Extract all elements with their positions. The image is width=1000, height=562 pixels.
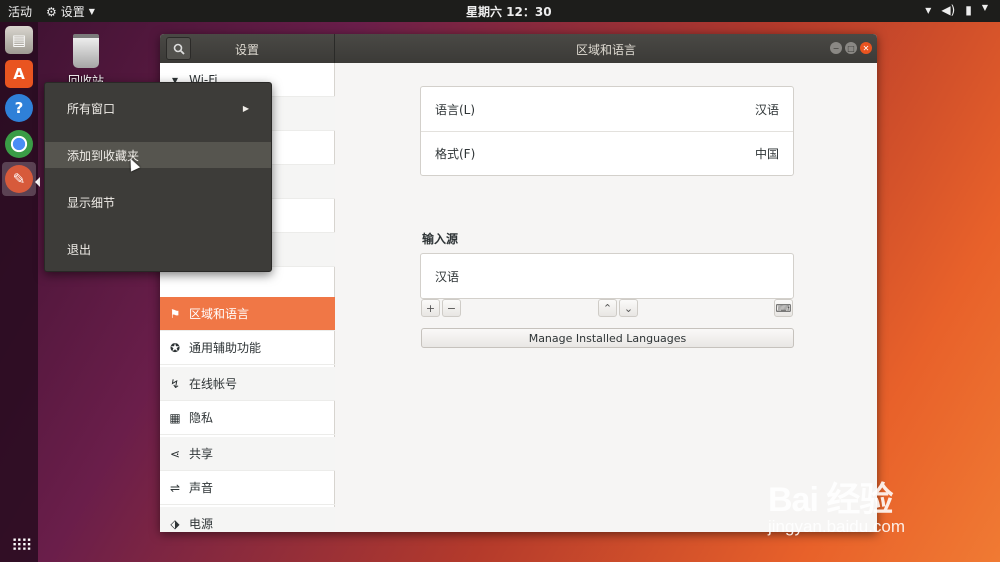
flag-icon: ⚑: [169, 306, 181, 321]
sidebar-item-sound[interactable]: ⇌ 声音: [160, 471, 335, 505]
sidebar-item-label: 在线帐号: [189, 377, 238, 391]
menu-item-all-windows[interactable]: 所有窗口 ▶: [45, 95, 271, 121]
chevron-down-icon: ⌄: [623, 301, 634, 315]
watermark-main: Bai 经验: [768, 481, 893, 519]
menu-item-quit[interactable]: 退出: [45, 236, 271, 262]
formats-label: 格式(F): [435, 147, 476, 161]
language-value: 汉语: [754, 102, 779, 117]
gear-icon: ⚙: [46, 4, 57, 19]
keyboard-icon: ⌨: [775, 301, 792, 315]
activities-button[interactable]: 活动: [8, 3, 32, 20]
language-formats-box: 语言(L) 汉语 格式(F) 中国: [420, 86, 794, 176]
trash-icon: [73, 34, 99, 68]
sidebar-item-privacy[interactable]: ▦ 隐私: [160, 401, 335, 435]
move-down-button[interactable]: ⌄: [619, 299, 638, 317]
menu-item-label: 显示细节: [67, 195, 116, 210]
running-indicator: [35, 177, 40, 187]
caret-down-icon: ▼: [88, 7, 95, 16]
sidebar-item-label: 隐私: [189, 411, 214, 425]
chevron-up-icon: ⌃: [602, 301, 613, 315]
software-store-icon[interactable]: A: [5, 60, 33, 88]
battery-icon: ▮: [965, 3, 972, 17]
app-menu-label: 设置: [60, 5, 85, 19]
files-icon[interactable]: ▤: [5, 26, 33, 54]
move-up-button[interactable]: ⌃: [598, 299, 617, 317]
share-icon: ⋖: [169, 446, 181, 461]
search-icon: [173, 43, 185, 55]
network-status-icon: ▾: [925, 3, 932, 17]
maximize-button[interactable]: □: [845, 42, 857, 54]
online-accounts-icon: ↯: [169, 376, 181, 391]
formats-value: 中国: [754, 147, 779, 161]
browser-icon[interactable]: [5, 130, 33, 158]
app-menu-button[interactable]: ⚙ 设置 ▼: [46, 3, 95, 20]
power-icon: ⬗: [170, 516, 180, 531]
minimize-button[interactable]: −: [830, 42, 842, 54]
manage-installed-languages-button[interactable]: Manage Installed Languages: [421, 328, 794, 348]
input-sources-title: 输入源: [422, 232, 459, 246]
dock-context-menu: 所有窗口 ▶ 添加到收藏夹 显示细节 退出: [44, 82, 272, 272]
privacy-icon: ▦: [169, 410, 181, 425]
sidebar-item-sharing[interactable]: ⋖ 共享: [160, 437, 335, 471]
sidebar-title: 设置: [235, 43, 260, 57]
clock[interactable]: 星期六 12：30: [466, 3, 552, 20]
watermark-sub: jingyan.baidu.com: [768, 517, 906, 536]
window-title: 区域和语言: [575, 43, 636, 57]
minus-icon: −: [446, 301, 457, 315]
search-button[interactable]: [166, 37, 191, 60]
settings-app-icon[interactable]: ✎: [5, 165, 33, 193]
sidebar-item-label: 声音: [189, 481, 214, 495]
keyboard-layout-button[interactable]: ⌨: [774, 299, 793, 317]
input-source-item[interactable]: 汉语: [421, 254, 793, 298]
sidebar-item-online-accounts[interactable]: ↯ 在线帐号: [160, 367, 335, 401]
dock: ▤ A ? ✎ ⠿⠿: [0, 22, 40, 562]
sidebar-header: 设置: [160, 34, 335, 63]
sidebar-item-label: 通用辅助功能: [189, 341, 262, 355]
menu-item-label: 退出: [67, 242, 92, 257]
submenu-arrow-icon: ▶: [242, 103, 249, 113]
sidebar-item-label: 共享: [189, 447, 214, 461]
baidu-jingyan-watermark: Bai 经验 jingyan.baidu.com: [768, 472, 968, 537]
input-source-label: 汉语: [435, 269, 460, 284]
desktop-trash[interactable]: 回收站: [60, 34, 112, 89]
system-tray[interactable]: ▾ ◀) ▮ ▼: [925, 3, 988, 17]
menu-item-add-to-favorites[interactable]: 添加到收藏夹: [45, 142, 271, 168]
volume-icon: ◀): [941, 3, 956, 17]
menu-item-label: 所有窗口: [67, 101, 116, 116]
language-label: 语言(L): [435, 102, 476, 117]
formats-row[interactable]: 格式(F) 中国: [421, 131, 793, 175]
sidebar-item-region-language[interactable]: ⚑ 区域和语言: [160, 297, 335, 331]
sound-icon: ⇌: [169, 480, 181, 495]
top-bar: 活动 ⚙ 设置 ▼ 星期六 12：30 ▾ ◀) ▮ ▼: [0, 0, 1000, 22]
sidebar-item-accessibility[interactable]: ✪ 通用辅助功能: [160, 331, 335, 365]
language-row[interactable]: 语言(L) 汉语: [421, 87, 793, 131]
sidebar-item-power[interactable]: ⬗ 电源: [160, 507, 335, 532]
help-icon[interactable]: ?: [5, 94, 33, 122]
sidebar-item-label: 区域和语言: [189, 307, 250, 321]
sidebar-item-label: 电源: [189, 517, 214, 531]
region-language-panel: 语言(L) 汉语 格式(F) 中国 输入源 汉语 + − ⌃ ⌄ ⌨ Manag…: [336, 63, 877, 532]
system-menu-caret-icon: ▼: [981, 3, 988, 12]
header-bar: 设置 区域和语言 − □ ✕: [160, 34, 877, 63]
close-button[interactable]: ✕: [860, 42, 872, 54]
plus-icon: +: [425, 301, 436, 315]
accessibility-icon: ✪: [169, 340, 181, 355]
menu-item-show-details[interactable]: 显示细节: [45, 189, 271, 215]
input-sources-list: 汉语: [420, 253, 794, 299]
add-input-source-button[interactable]: +: [421, 299, 440, 317]
show-applications-icon[interactable]: ⠿⠿: [11, 536, 32, 555]
remove-input-source-button[interactable]: −: [442, 299, 461, 317]
